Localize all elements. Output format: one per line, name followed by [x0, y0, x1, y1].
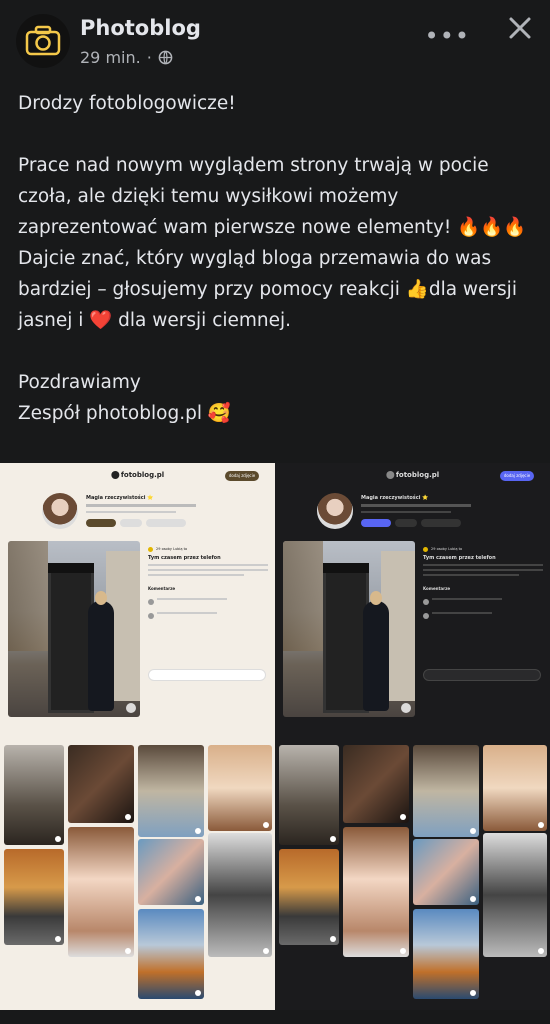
gallery-thumb	[413, 745, 479, 837]
camera-icon	[25, 25, 61, 56]
profile-stats	[361, 511, 451, 513]
gallery-thumb	[413, 909, 479, 999]
gallery-thumb	[138, 909, 204, 999]
globe-icon	[158, 50, 173, 65]
site-navbar: fotoblog.pl dodaj zdjęcie	[275, 469, 550, 485]
post-title: Tym czasem przez telefon	[148, 555, 221, 561]
site-logo: fotoblog.pl	[385, 471, 439, 479]
page-name[interactable]: Photoblog	[80, 16, 201, 40]
post-meta: 29 min. ·	[80, 48, 173, 67]
comment-input	[148, 669, 266, 681]
close-icon[interactable]	[506, 14, 534, 42]
main-photo	[8, 541, 140, 717]
gallery-thumb	[4, 745, 64, 845]
post-signoff: Pozdrawiamy	[18, 372, 141, 393]
gallery-thumb	[279, 745, 339, 845]
gallery-thumb	[68, 827, 134, 957]
gallery-thumb	[343, 827, 409, 957]
profile-stats	[86, 511, 176, 513]
site-navbar: fotoblog.pl dodaj zdjęcie	[0, 469, 275, 485]
add-photo-button: dodaj zdjęcie	[500, 471, 534, 481]
likes-count: 29 osoby Lubią to	[156, 547, 188, 551]
gallery-thumb	[279, 849, 339, 945]
post-paragraph: Prace nad nowym wyglądem strony trwają w…	[18, 155, 527, 238]
post-text: Drodzy fotoblogowicze! Prace nad nowym w…	[18, 88, 534, 429]
gallery-thumb	[208, 745, 272, 831]
add-photo-button: dodaj zdjęcie	[225, 471, 259, 481]
meta-separator: ·	[146, 48, 152, 67]
gallery-thumb	[483, 745, 547, 831]
post-header: Photoblog 29 min. · •••	[16, 14, 534, 70]
gallery-thumb	[343, 745, 409, 823]
site-logo: fotoblog.pl	[110, 471, 164, 479]
gallery-thumb	[138, 839, 204, 905]
profile-info	[361, 504, 471, 507]
post-greeting: Drodzy fotoblogowicze!	[18, 93, 236, 114]
message-pill	[146, 519, 186, 527]
gallery-thumb	[138, 745, 204, 837]
more-icon[interactable]: •••	[425, 22, 470, 50]
comments-heading: Komentarze	[423, 586, 451, 591]
follow-pill	[361, 519, 391, 527]
gallery-thumb	[4, 849, 64, 945]
post-signature: Zespół photoblog.pl 🥰	[18, 403, 231, 424]
post-time[interactable]: 29 min.	[80, 48, 141, 67]
profile-avatar	[317, 493, 353, 529]
post-paragraph: Dajcie znać, który wygląd bloga przemawi…	[18, 248, 517, 331]
comments-heading: Komentarze	[148, 586, 176, 591]
post-title: Tym czasem przez telefon	[423, 555, 496, 561]
post-image[interactable]: fotoblog.pl dodaj zdjęcie Magia rzeczywi…	[0, 463, 550, 1010]
page-avatar[interactable]	[16, 14, 70, 68]
profile-name: Magia rzeczywistości ⭐	[361, 495, 429, 501]
dark-theme-preview: fotoblog.pl dodaj zdjęcie Magia rzeczywi…	[275, 463, 550, 1010]
likes-count: 29 osoby Lubią to	[431, 547, 463, 551]
info-pill	[120, 519, 142, 527]
follow-pill	[86, 519, 116, 527]
message-pill	[421, 519, 461, 527]
comment-input	[423, 669, 541, 681]
profile-info	[86, 504, 196, 507]
gallery-thumb	[483, 833, 547, 957]
gallery-thumb	[208, 833, 272, 957]
gallery-thumb	[413, 839, 479, 905]
profile-name: Magia rzeczywistości ⭐	[86, 495, 154, 501]
info-pill	[395, 519, 417, 527]
light-theme-preview: fotoblog.pl dodaj zdjęcie Magia rzeczywi…	[0, 463, 275, 1010]
gallery-thumb	[68, 745, 134, 823]
main-photo	[283, 541, 415, 717]
profile-avatar	[42, 493, 78, 529]
